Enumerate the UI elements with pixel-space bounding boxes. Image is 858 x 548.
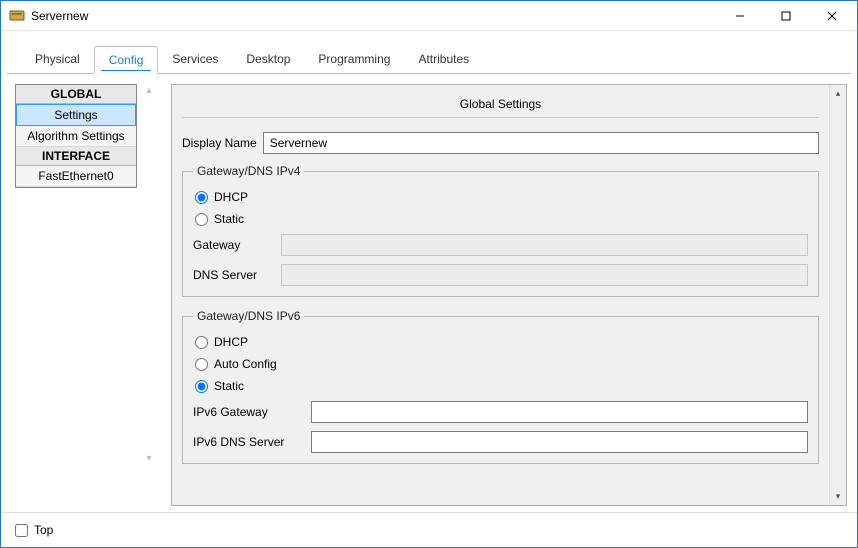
ipv6-dns-label: IPv6 DNS Server bbox=[193, 435, 303, 449]
ipv4-gateway-input[interactable] bbox=[281, 234, 808, 256]
ipv4-gateway-row: Gateway bbox=[193, 234, 808, 256]
ipv4-group: Gateway/DNS IPv4 DHCP Static Gateway bbox=[182, 164, 819, 297]
chevron-down-icon: ▾ bbox=[146, 454, 151, 464]
tab-desktop[interactable]: Desktop bbox=[232, 46, 304, 74]
scroll-down-icon: ▾ bbox=[830, 488, 847, 505]
sidebar-header-global: GLOBAL bbox=[16, 85, 136, 104]
ipv4-legend: Gateway/DNS IPv4 bbox=[193, 164, 304, 178]
tab-strip: Physical Config Services Desktop Program… bbox=[7, 31, 851, 74]
panel-title-separator bbox=[182, 117, 819, 118]
ipv4-dhcp-label: DHCP bbox=[214, 190, 248, 204]
window-title: Servernew bbox=[31, 9, 88, 23]
sidebar-wrap: GLOBAL Settings Algorithm Settings INTER… bbox=[15, 84, 157, 506]
tab-config[interactable]: Config bbox=[94, 46, 159, 74]
display-name-label: Display Name bbox=[182, 136, 257, 150]
ipv6-dhcp-label: DHCP bbox=[214, 335, 248, 349]
sidebar-item-settings[interactable]: Settings bbox=[16, 104, 136, 126]
sidebar-header-interface: INTERFACE bbox=[16, 147, 136, 166]
ipv4-gateway-label: Gateway bbox=[193, 238, 273, 252]
tab-attributes[interactable]: Attributes bbox=[404, 46, 483, 74]
ipv4-dhcp-radio[interactable] bbox=[195, 191, 208, 204]
sidebar-item-algorithm-settings[interactable]: Algorithm Settings bbox=[16, 126, 136, 147]
ipv6-dhcp-row: DHCP bbox=[195, 335, 808, 349]
tab-physical[interactable]: Physical bbox=[21, 46, 94, 74]
ipv6-gateway-input[interactable] bbox=[311, 401, 808, 423]
sidebar-scrollbar[interactable]: ▴ ▾ bbox=[141, 84, 157, 464]
top-label: Top bbox=[34, 523, 53, 537]
ipv6-dns-row: IPv6 DNS Server bbox=[193, 431, 808, 453]
close-button[interactable] bbox=[809, 1, 855, 31]
ipv6-group: Gateway/DNS IPv6 DHCP Auto Config Static bbox=[182, 309, 819, 464]
ipv6-static-label: Static bbox=[214, 379, 244, 393]
title-bar: Servernew bbox=[1, 1, 857, 31]
ipv6-static-row: Static bbox=[195, 379, 808, 393]
tab-services[interactable]: Services bbox=[158, 46, 232, 74]
ipv6-auto-radio[interactable] bbox=[195, 358, 208, 371]
content-scrollbar[interactable]: ▴ ▾ bbox=[829, 85, 846, 505]
top-checkbox[interactable] bbox=[15, 524, 28, 537]
body: GLOBAL Settings Algorithm Settings INTER… bbox=[1, 74, 857, 512]
ipv4-dns-input[interactable] bbox=[281, 264, 808, 286]
ipv4-dns-label: DNS Server bbox=[193, 268, 273, 282]
maximize-button[interactable] bbox=[763, 1, 809, 31]
app-icon bbox=[9, 8, 25, 24]
sidebar: GLOBAL Settings Algorithm Settings INTER… bbox=[15, 84, 137, 188]
sidebar-item-fastethernet0[interactable]: FastEthernet0 bbox=[16, 166, 136, 187]
ipv4-static-row: Static bbox=[195, 212, 808, 226]
footer: Top bbox=[1, 512, 857, 547]
ipv6-gateway-row: IPv6 Gateway bbox=[193, 401, 808, 423]
ipv6-static-radio[interactable] bbox=[195, 380, 208, 393]
ipv6-gateway-label: IPv6 Gateway bbox=[193, 405, 303, 419]
ipv4-static-radio[interactable] bbox=[195, 213, 208, 226]
ipv6-auto-label: Auto Config bbox=[214, 357, 277, 371]
app-window: Servernew Physical Config Services Deskt… bbox=[0, 0, 858, 548]
tab-programming[interactable]: Programming bbox=[304, 46, 404, 74]
display-name-row: Display Name bbox=[182, 132, 819, 154]
panel-title: Global Settings bbox=[182, 93, 819, 117]
ipv6-dhcp-radio[interactable] bbox=[195, 336, 208, 349]
chevron-up-icon: ▴ bbox=[146, 86, 151, 96]
ipv4-dhcp-row: DHCP bbox=[195, 190, 808, 204]
ipv6-auto-row: Auto Config bbox=[195, 357, 808, 371]
ipv4-dns-row: DNS Server bbox=[193, 264, 808, 286]
ipv6-dns-input[interactable] bbox=[311, 431, 808, 453]
display-name-input[interactable] bbox=[263, 132, 819, 154]
content: Global Settings Display Name Gateway/DNS… bbox=[172, 85, 829, 505]
ipv6-legend: Gateway/DNS IPv6 bbox=[193, 309, 304, 323]
minimize-button[interactable] bbox=[717, 1, 763, 31]
content-wrap: Global Settings Display Name Gateway/DNS… bbox=[171, 84, 847, 506]
ipv4-static-label: Static bbox=[214, 212, 244, 226]
scroll-up-icon: ▴ bbox=[830, 85, 847, 102]
